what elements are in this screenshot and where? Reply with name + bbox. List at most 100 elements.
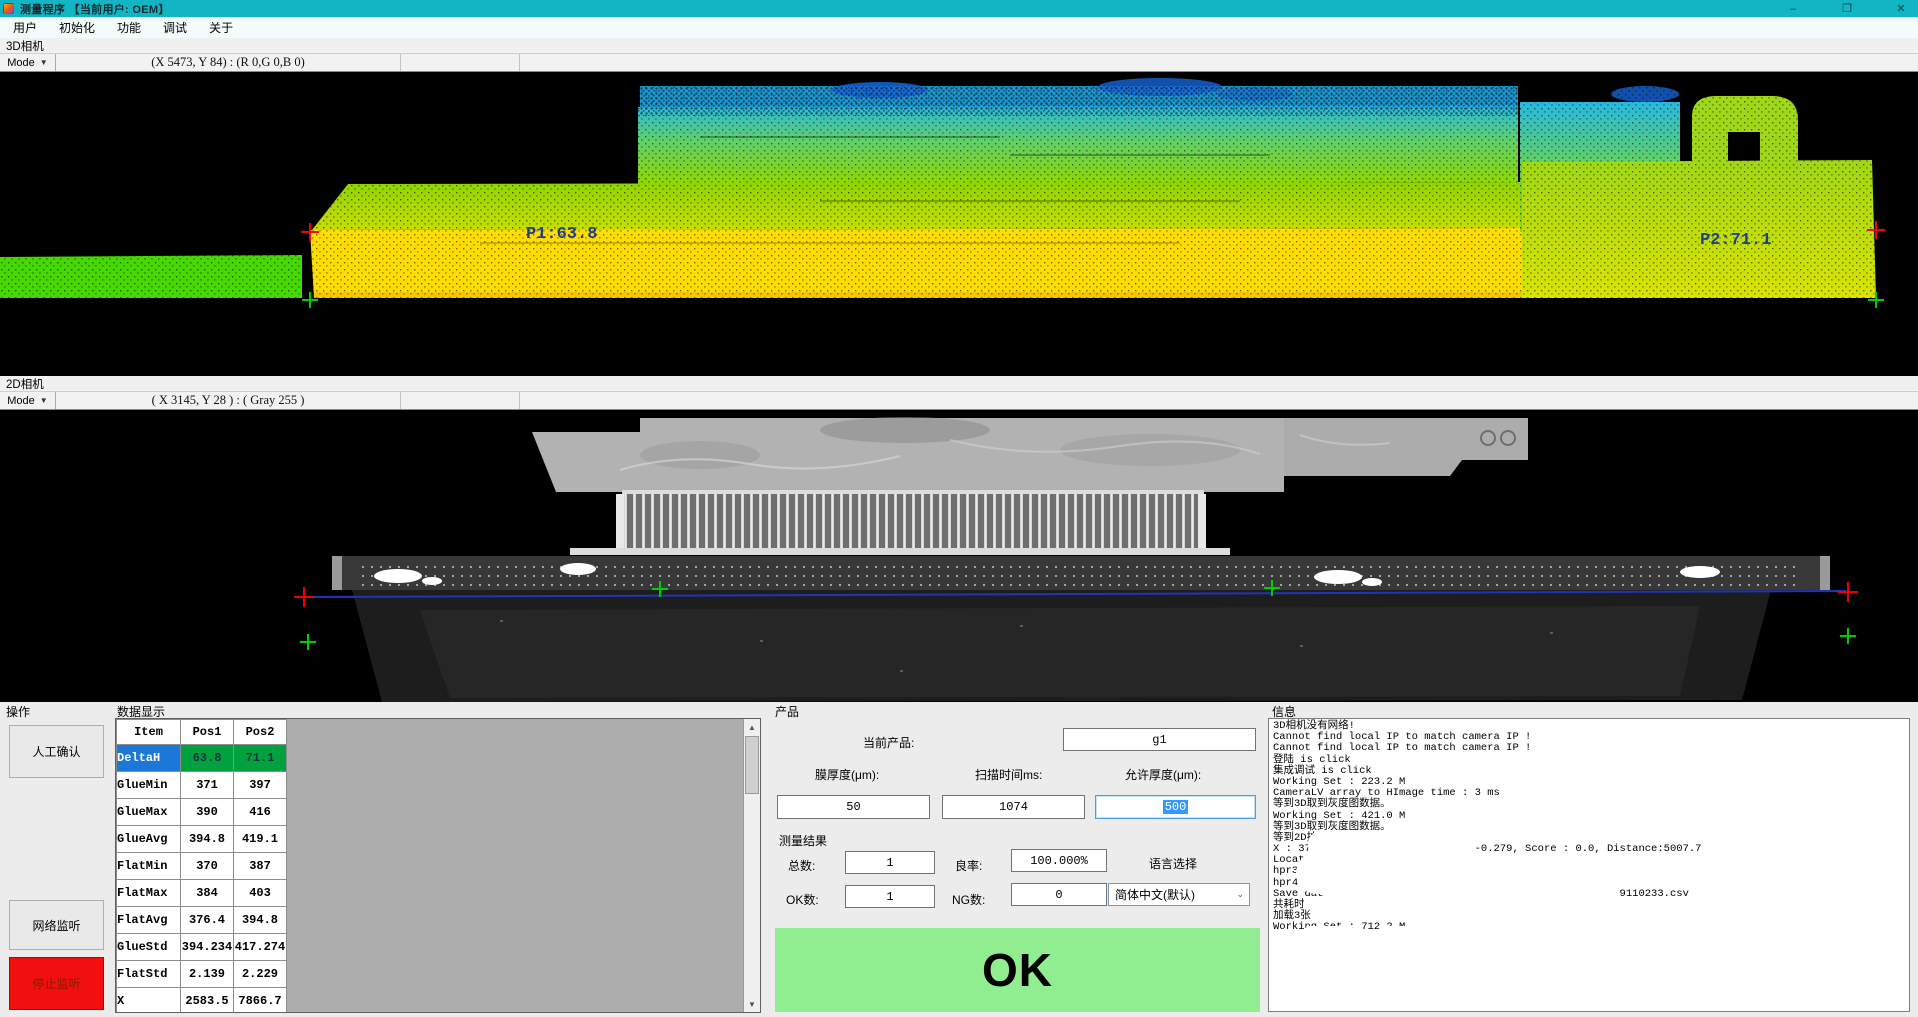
table-row[interactable]: FlatMax384403: [117, 880, 287, 907]
chevron-down-icon: ▼: [40, 58, 48, 67]
chevron-down-icon: ⌄: [1236, 889, 1244, 900]
scroll-up-icon[interactable]: ▲: [744, 719, 760, 735]
camera3d-toolbar: Mode ▼ (X 5473, Y 84) : (R 0,G 0,B 0): [0, 53, 1918, 72]
language-label: 语言选择: [1149, 855, 1197, 872]
camera3d-mode-button[interactable]: Mode ▼: [0, 54, 56, 71]
camera3d-mode-label: Mode: [7, 57, 35, 69]
table-cell: 370: [181, 853, 234, 880]
redaction-blob: [1688, 905, 1852, 917]
table-row[interactable]: GlueMin371397: [117, 772, 287, 799]
log-line: Cannot find local IP to match camera IP …: [1273, 743, 1905, 754]
data-grid[interactable]: ItemPos1Pos2 DeltaH63.871.1GlueMin371397…: [115, 718, 761, 1013]
ok-count-field[interactable]: 1: [845, 885, 935, 908]
log-line: Working Set : 712.2 M: [1273, 922, 1905, 933]
table-cell: GlueStd: [117, 934, 181, 961]
scrollbar-thumb[interactable]: [745, 736, 759, 794]
table-cell: 390: [181, 799, 234, 826]
scan-time-field[interactable]: 1074: [942, 795, 1085, 819]
language-value: 简体中文(默认): [1115, 886, 1195, 903]
table-row[interactable]: DeltaH63.871.1: [117, 745, 287, 772]
table-cell: GlueMax: [117, 799, 181, 826]
menu-item-0[interactable]: 用户: [2, 17, 48, 38]
ok-count-label: OK数:: [786, 891, 819, 908]
redaction-blob: [1378, 926, 1414, 938]
scroll-down-icon[interactable]: ▼: [744, 996, 760, 1012]
redaction-blob: [1330, 903, 1612, 921]
operation-panel: 操作 人工确认网络监听停止监听: [2, 702, 110, 1015]
maximize-icon[interactable]: ❐: [1840, 2, 1854, 15]
table-row[interactable]: X2583.57866.7: [117, 988, 287, 1014]
column-header-Pos2[interactable]: Pos2: [234, 720, 287, 745]
heightmap-3d-image: P1:63.8 P2:71.1: [0, 72, 1918, 376]
table-cell: 416: [234, 799, 287, 826]
log-line: 等到3D取到灰度图数据。: [1273, 799, 1905, 810]
table-row[interactable]: GlueMax390416: [117, 799, 287, 826]
camera2d-status-cell3: [520, 392, 1918, 409]
table-cell: GlueAvg: [117, 826, 181, 853]
product-title: 产品: [775, 703, 799, 720]
table-cell: FlatStd: [117, 961, 181, 988]
camera3d-status-cell3: [520, 54, 1918, 71]
table-cell: 63.8: [181, 745, 234, 772]
camera2d-label: 2D相机: [0, 376, 1918, 391]
total-field[interactable]: 1: [845, 851, 935, 874]
operation-button-0[interactable]: 人工确认: [9, 725, 104, 778]
operation-button-1[interactable]: 网络监听: [9, 900, 104, 950]
language-select[interactable]: 简体中文(默认) ⌄: [1108, 883, 1250, 906]
close-icon[interactable]: ✕: [1894, 2, 1908, 15]
status-badge: OK: [775, 928, 1260, 1012]
product-panel: 产品 当前产品: g1 膜厚度(μm): 扫描时间ms: 允许厚度(μm): 5…: [771, 702, 1263, 1015]
window-title: 测量程序 【当前用户: OEM】: [20, 1, 170, 17]
table-row[interactable]: FlatStd2.1392.229: [117, 961, 287, 988]
menu-item-3[interactable]: 调试: [152, 17, 198, 38]
current-product-field[interactable]: g1: [1063, 728, 1256, 751]
allow-thickness-field[interactable]: 500: [1095, 795, 1256, 819]
bottom-section: 操作 人工确认网络监听停止监听 数据显示 ItemPos1Pos2 DeltaH…: [0, 702, 1918, 1017]
camera2d-view[interactable]: [0, 410, 1918, 702]
table-cell: GlueMin: [117, 772, 181, 799]
chevron-down-icon: ▼: [40, 396, 48, 405]
table-header-row: ItemPos1Pos2: [117, 720, 287, 745]
log-line: Working Set : 421.0 M: [1273, 811, 1905, 822]
camera2d-status-cell2: [401, 392, 520, 409]
yield-field[interactable]: 100.000%: [1011, 849, 1107, 872]
menu-item-4[interactable]: 关于: [198, 17, 244, 38]
film-thickness-label: 膜厚度(μm):: [815, 766, 879, 783]
column-header-Pos1[interactable]: Pos1: [181, 720, 234, 745]
table-row[interactable]: GlueAvg394.8419.1: [117, 826, 287, 853]
scan-time-label: 扫描时间ms:: [975, 766, 1042, 783]
column-header-Item[interactable]: Item: [117, 720, 181, 745]
camera2d-toolbar: Mode ▼ ( X 3145, Y 28 ) : ( Gray 255 ): [0, 391, 1918, 410]
table-row[interactable]: FlatMin370387: [117, 853, 287, 880]
table-cell: 371: [181, 772, 234, 799]
table-cell: 71.1: [234, 745, 287, 772]
table-cell: 394.234: [181, 934, 234, 961]
table-cell: 419.1: [234, 826, 287, 853]
redaction-blob: [1296, 852, 1496, 894]
camera2d-mode-button[interactable]: Mode ▼: [0, 392, 56, 409]
camera3d-label: 3D相机: [0, 38, 1918, 53]
camera2d-mode-label: Mode: [7, 395, 35, 407]
table-cell: 394.8: [181, 826, 234, 853]
data-display-panel: 数据显示 ItemPos1Pos2 DeltaH63.871.1GlueMin3…: [113, 702, 763, 1015]
ng-count-field[interactable]: 0: [1011, 883, 1107, 906]
film-thickness-field[interactable]: 50: [777, 795, 930, 819]
table-row[interactable]: FlatAvg376.4394.8: [117, 907, 287, 934]
minimize-icon[interactable]: –: [1786, 3, 1800, 15]
info-panel: 信息 3D相机没有网络!Cannot find local IP to matc…: [1266, 702, 1913, 1015]
table-cell: X: [117, 988, 181, 1014]
camera3d-view[interactable]: P1:63.8 P2:71.1: [0, 72, 1918, 376]
table-cell: DeltaH: [117, 745, 181, 772]
table-cell: 376.4: [181, 907, 234, 934]
menu-item-1[interactable]: 初始化: [48, 17, 106, 38]
table-cell: 387: [234, 853, 287, 880]
table-cell: 397: [234, 772, 287, 799]
menu-item-2[interactable]: 功能: [106, 17, 152, 38]
table-row[interactable]: GlueStd394.234417.274: [117, 934, 287, 961]
operation-button-2[interactable]: 停止监听: [9, 957, 104, 1010]
table-scrollbar[interactable]: ▲ ▼: [743, 719, 760, 1012]
table-cell: FlatMin: [117, 853, 181, 880]
selected-text: 500: [1163, 800, 1189, 814]
redaction-blob: [1304, 926, 1354, 938]
allow-thickness-label: 允许厚度(μm):: [1125, 766, 1201, 783]
